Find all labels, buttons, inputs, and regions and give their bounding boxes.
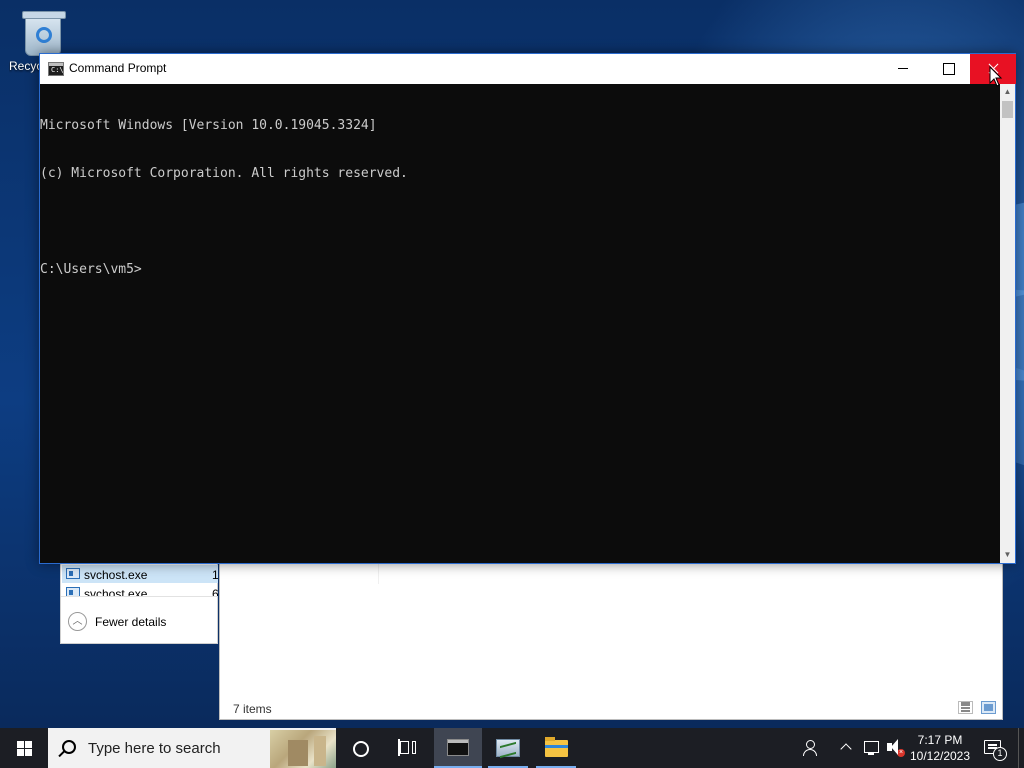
notification-count-badge: 1 [993, 747, 1007, 761]
search-icon [62, 740, 76, 754]
clock-time: 7:17 PM [917, 733, 963, 747]
console-output[interactable]: Microsoft Windows [Version 10.0.19045.33… [40, 84, 1000, 563]
clock-date: 10/12/2023 [909, 749, 971, 763]
minimize-button[interactable] [880, 54, 926, 84]
process-icon [66, 568, 80, 579]
search-highlight-image [270, 730, 336, 768]
maximize-button[interactable] [925, 54, 971, 84]
large-icons-view-button[interactable] [981, 701, 996, 714]
vertical-scrollbar[interactable]: ▲ ▼ [1000, 84, 1015, 563]
details-view-button[interactable] [958, 701, 973, 714]
mouse-cursor-icon [989, 66, 1003, 87]
search-placeholder: Type here to search [88, 740, 221, 757]
console-line: (c) Microsoft Corporation. All rights re… [40, 166, 408, 181]
column-divider [378, 564, 379, 584]
divider [61, 596, 217, 597]
task-manager-window: svchost.exe 1 svchost.exe 6 ︿ Fewer deta… [60, 563, 219, 644]
console-line: Microsoft Windows [Version 10.0.19045.33… [40, 118, 377, 133]
start-button[interactable] [0, 728, 48, 768]
show-hidden-icons-chevron-icon[interactable] [836, 728, 856, 768]
action-center-button[interactable]: 1 [980, 728, 1020, 768]
process-name: svchost.exe [84, 568, 148, 582]
volume-muted-icon[interactable]: × [884, 728, 908, 768]
command-prompt-window[interactable]: C:\_ Command Prompt Microsoft Windows [V… [39, 53, 1016, 564]
taskbar-app-command-prompt[interactable] [434, 728, 482, 768]
file-explorer-icon [545, 737, 568, 757]
show-desktop-button[interactable] [1018, 728, 1019, 768]
process-value: 1 [212, 568, 219, 582]
fewer-details-label: Fewer details [95, 615, 167, 629]
status-bar-item-count: 7 items [233, 702, 272, 716]
taskbar-app-task-manager[interactable] [484, 728, 532, 768]
console-prompt: C:\Users\vm5> [40, 262, 142, 277]
taskbar-app-file-explorer[interactable] [532, 728, 580, 768]
window-title: Command Prompt [69, 61, 167, 75]
search-box[interactable]: Type here to search [48, 728, 336, 768]
table-row[interactable]: svchost.exe 1 [62, 565, 219, 583]
title-bar[interactable]: C:\_ Command Prompt [40, 54, 1016, 84]
task-view-icon[interactable] [384, 728, 432, 768]
process-value: 6 [212, 587, 218, 596]
table-row[interactable]: svchost.exe 6 [62, 584, 218, 596]
clock[interactable]: 7:17 PM 10/12/2023 [908, 728, 972, 768]
scroll-down-arrow[interactable]: ▼ [1000, 547, 1015, 563]
network-icon[interactable] [860, 728, 882, 768]
cortana-icon[interactable] [336, 728, 384, 768]
process-name: svchost.exe [84, 587, 148, 596]
scroll-thumb[interactable] [1002, 101, 1013, 118]
task-manager-icon [496, 739, 520, 757]
chevron-up-icon: ︿ [68, 612, 87, 631]
file-explorer-window: 7 items [219, 563, 1003, 720]
people-icon[interactable] [798, 728, 826, 768]
process-icon [66, 587, 80, 596]
recycle-bin-icon [22, 11, 66, 56]
taskbar: Type here to search × 7:17 PM 10/12/2023… [0, 728, 1024, 768]
cmd-icon [447, 739, 469, 756]
cmd-icon[interactable]: C:\_ [48, 62, 68, 76]
